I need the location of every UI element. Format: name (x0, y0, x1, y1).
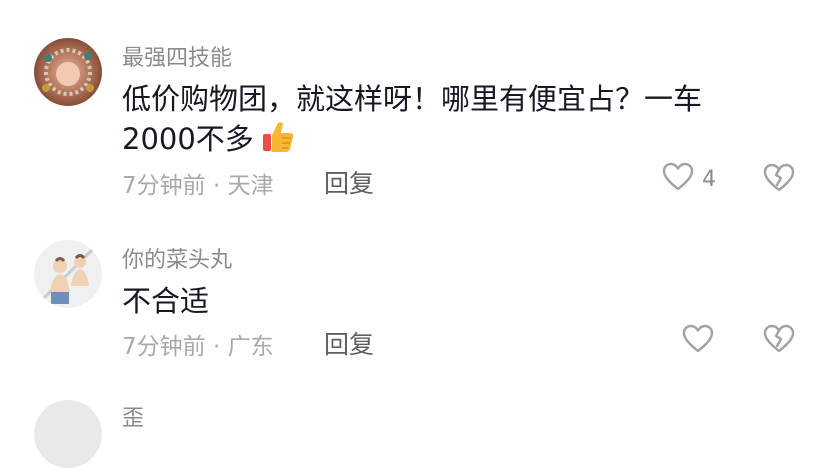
timestamp: 7分钟前 (122, 173, 206, 199)
comment-item: 你的菜头丸 不合适 7分钟前 · 广东 回复 (0, 210, 825, 385)
reply-button[interactable]: 回复 (324, 164, 374, 200)
comment-text: 不合适 (122, 284, 210, 318)
username[interactable]: 你的菜头丸 (122, 242, 232, 274)
dislike-button[interactable] (763, 324, 795, 358)
timestamp: 7分钟前 (122, 334, 206, 360)
meta-separator: · (205, 334, 228, 360)
thumbs-up-icon (260, 119, 296, 155)
location: 广东 (227, 334, 274, 360)
like-button[interactable] (682, 324, 714, 358)
username[interactable]: 歪 (122, 400, 144, 432)
meta-separator: · (205, 173, 228, 199)
comment-item: 最强四技能 低价购物团，就这样呀！哪里有便宜占？一车2000不多 7分钟前 · … (0, 0, 825, 210)
comment-meta: 7分钟前 · 广东 (122, 327, 274, 361)
like-count: 4 (702, 166, 716, 192)
broken-heart-outline-icon (763, 324, 795, 358)
heart-outline-icon (682, 324, 714, 358)
avatar[interactable] (34, 240, 102, 308)
heart-outline-icon (662, 162, 694, 196)
comment-meta: 7分钟前 · 天津 (122, 166, 274, 200)
avatar[interactable] (34, 38, 102, 106)
avatar[interactable] (34, 400, 102, 468)
location: 天津 (227, 173, 274, 199)
broken-heart-outline-icon (763, 163, 795, 197)
like-button[interactable]: 4 (662, 162, 716, 196)
reply-button[interactable]: 回复 (324, 325, 374, 361)
dislike-button[interactable] (763, 163, 795, 197)
comment-text: 低价购物团，就这样呀！哪里有便宜占？一车2000不多 (122, 82, 703, 156)
comment-item: 歪 (0, 385, 825, 468)
username[interactable]: 最强四技能 (122, 40, 232, 72)
